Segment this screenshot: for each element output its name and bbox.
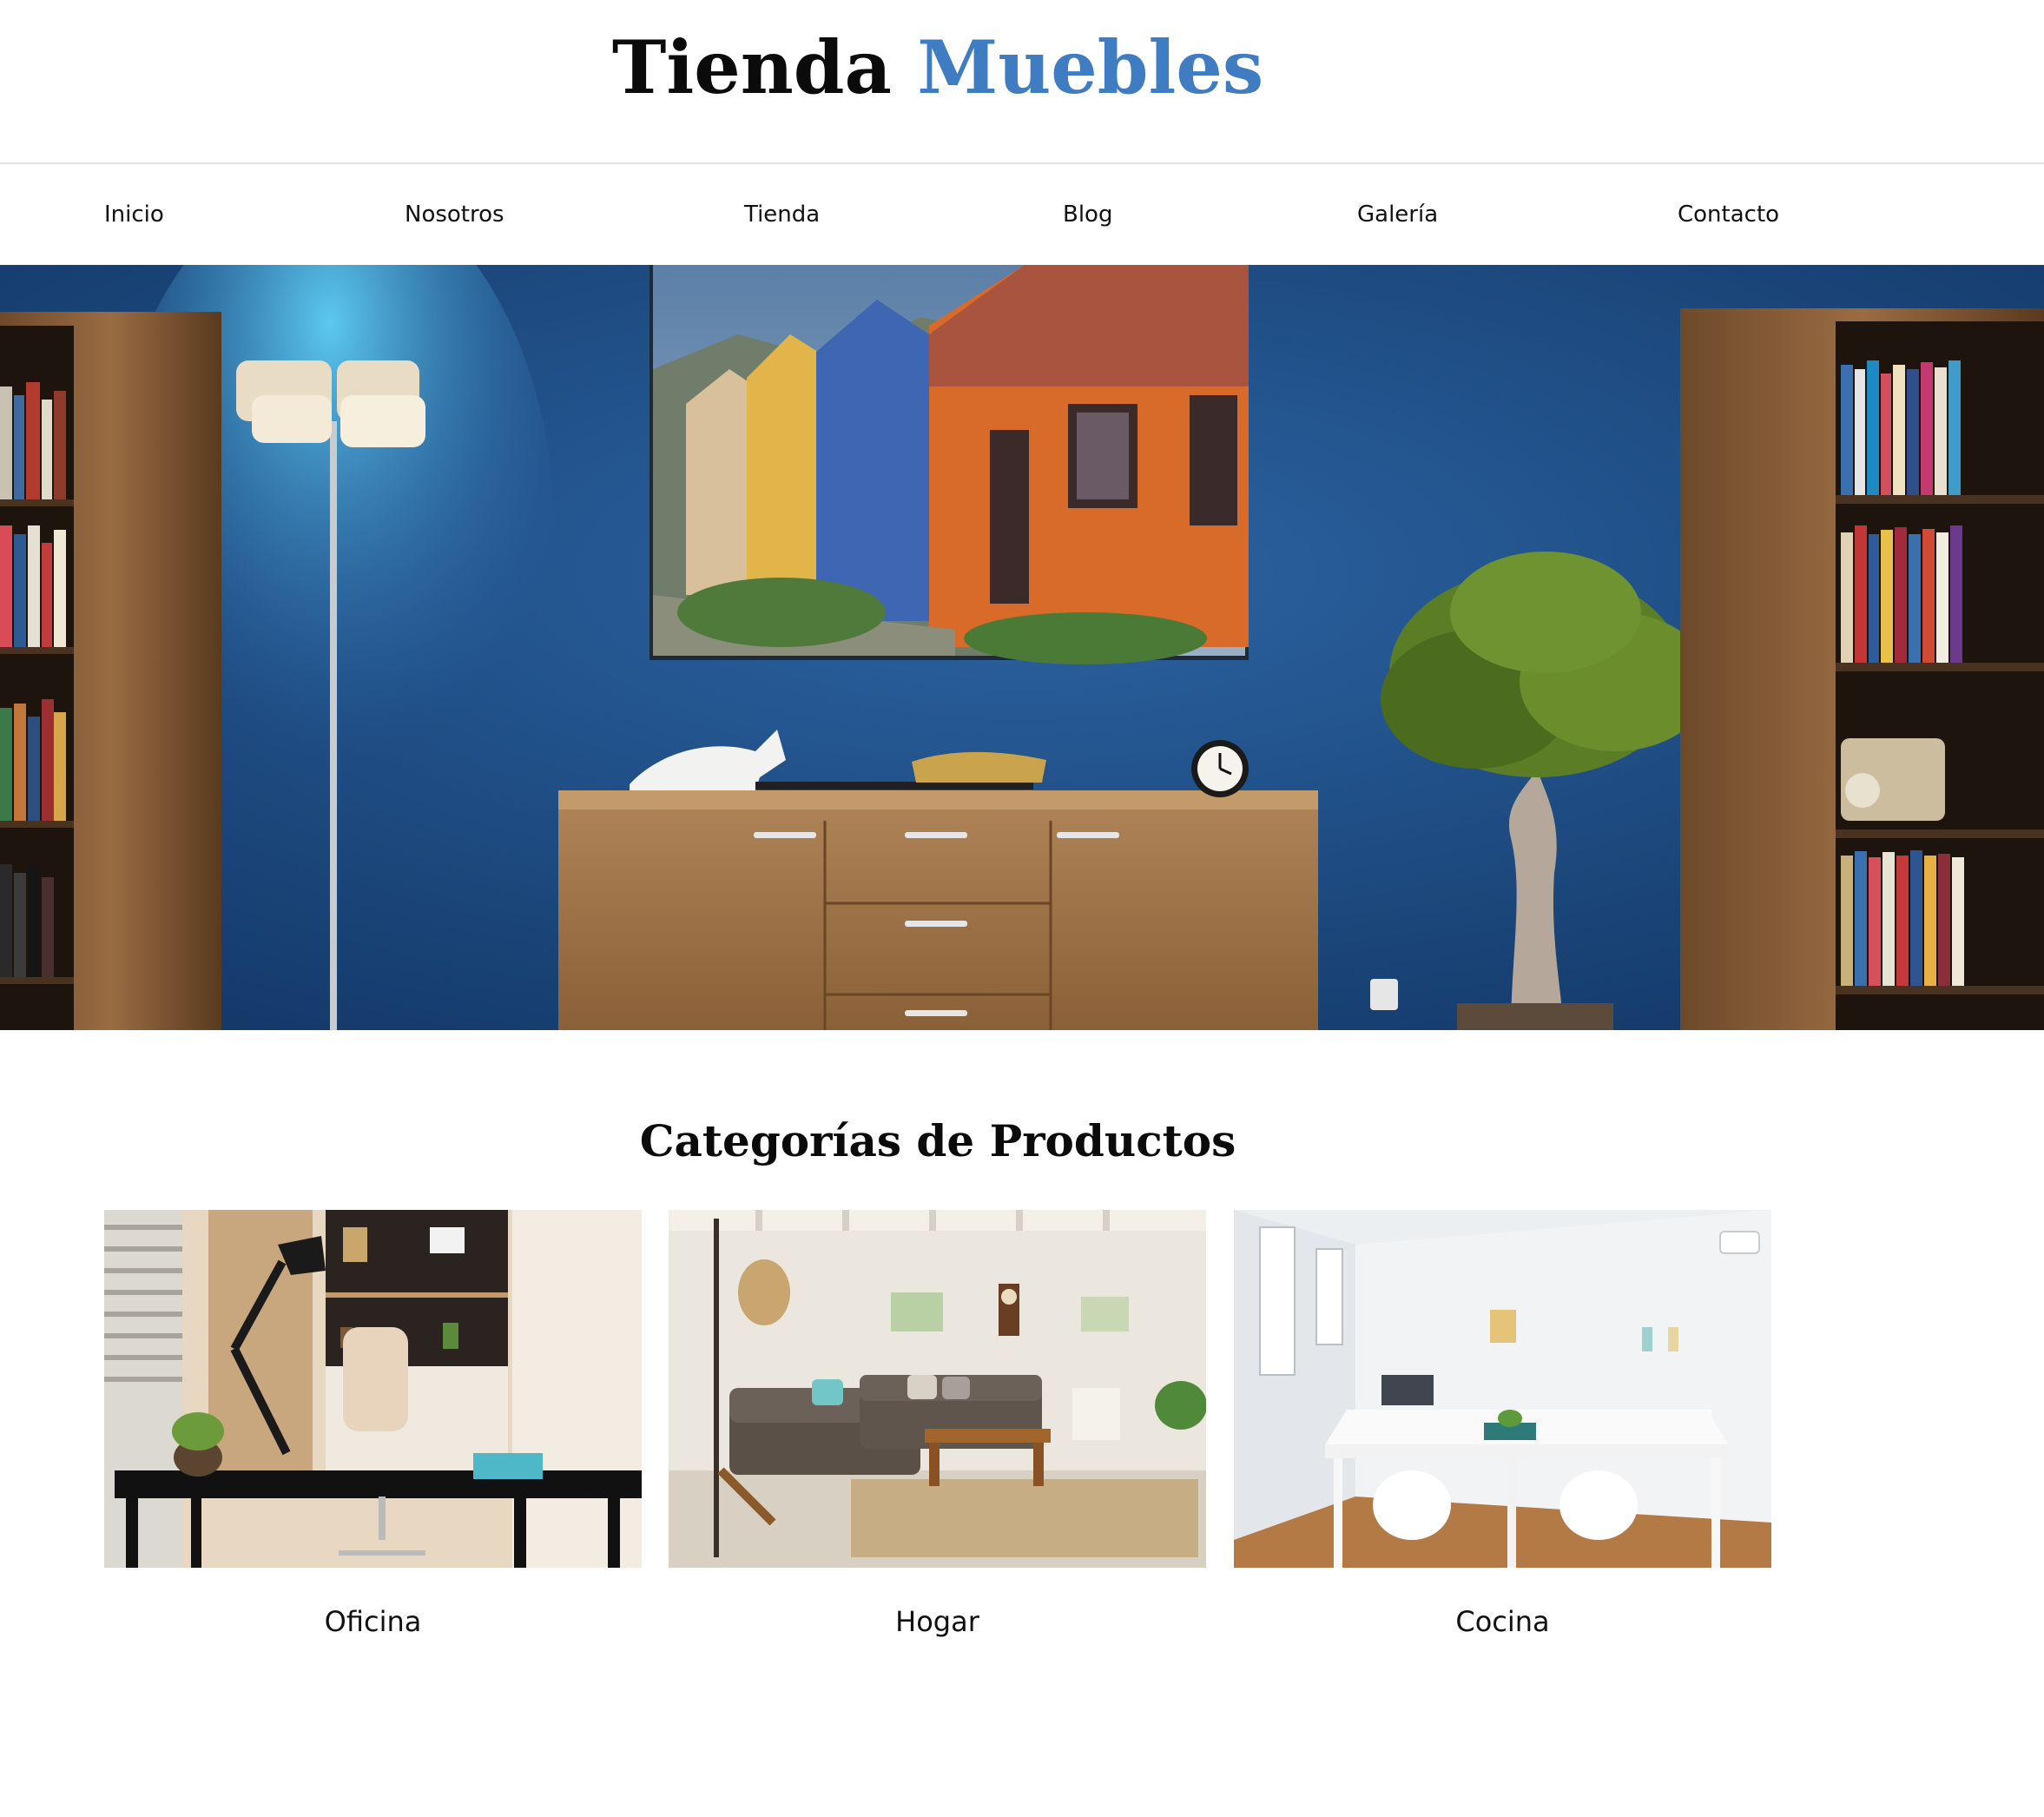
site-header: Tienda Muebles bbox=[0, 0, 2044, 164]
nav-item-galeria[interactable]: Galería bbox=[1357, 197, 1438, 232]
category-card-hogar[interactable]: Hogar bbox=[669, 1210, 1206, 1662]
nav-item-nosotros[interactable]: Nosotros bbox=[405, 197, 504, 232]
site-logo[interactable]: Tienda Muebles bbox=[0, 23, 1876, 113]
hero-banner-image bbox=[0, 265, 2044, 1030]
category-image-oficina bbox=[104, 1210, 642, 1568]
page: Tienda Muebles Inicio Nosotros Tienda Bl… bbox=[0, 0, 2044, 1817]
category-image-cocina bbox=[1234, 1210, 1771, 1568]
category-label-cocina: Cocina bbox=[1455, 1605, 1550, 1638]
logo-accent-text: Muebles bbox=[917, 24, 1264, 110]
categories-title: Categorías de Productos bbox=[639, 1115, 1236, 1166]
category-image-hogar bbox=[669, 1210, 1206, 1568]
nav-item-tienda[interactable]: Tienda bbox=[744, 197, 820, 232]
nav-item-blog[interactable]: Blog bbox=[1063, 197, 1112, 232]
category-card-cocina[interactable]: Cocina bbox=[1234, 1210, 1771, 1662]
category-card-oficina[interactable]: Oficina bbox=[104, 1210, 642, 1662]
hero-living-room-illustration bbox=[0, 265, 2044, 1030]
nav-item-inicio[interactable]: Inicio bbox=[104, 197, 164, 232]
nav-item-contacto[interactable]: Contacto bbox=[1678, 197, 1779, 232]
category-label-hogar: Hogar bbox=[895, 1605, 979, 1638]
main-navigation: Inicio Nosotros Tienda Blog Galería Cont… bbox=[0, 166, 2044, 265]
logo-main-text: Tienda bbox=[611, 24, 892, 110]
category-label-oficina: Oficina bbox=[324, 1605, 422, 1638]
